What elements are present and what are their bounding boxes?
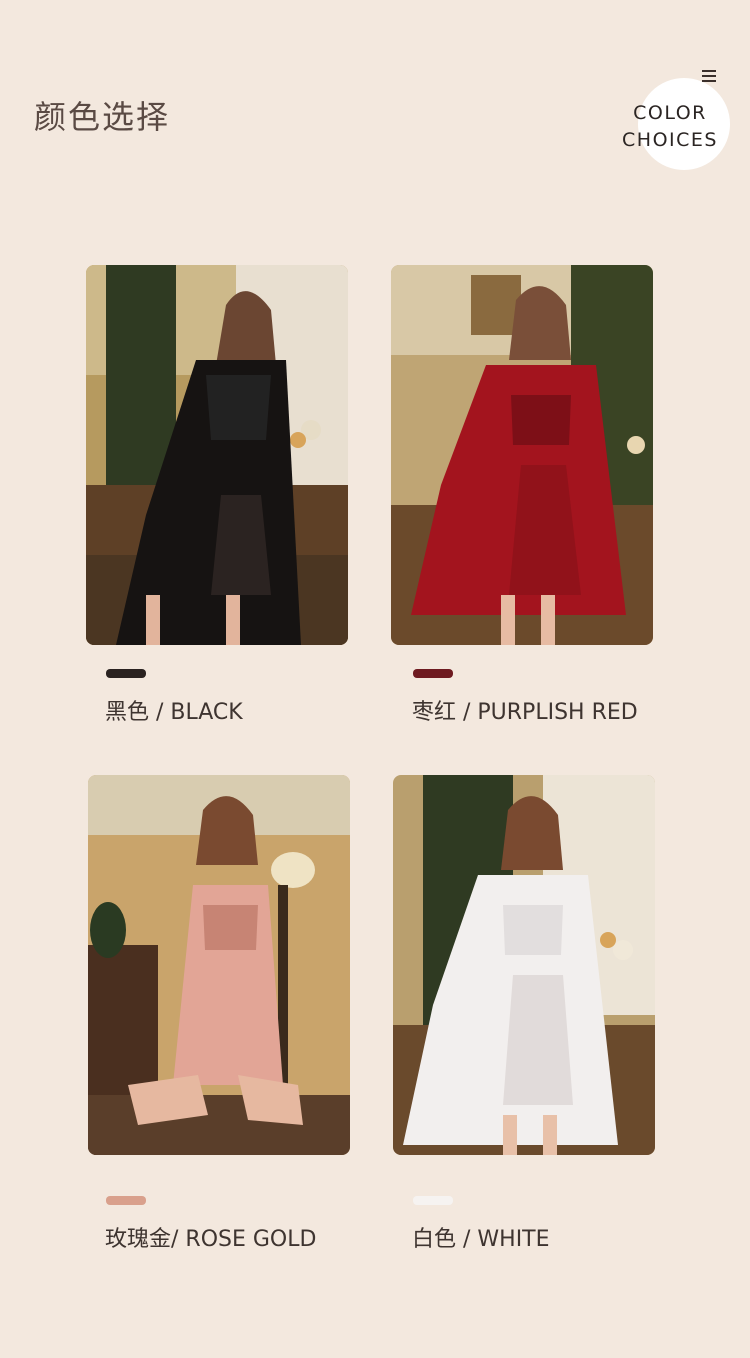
swatch-white [413,1196,453,1205]
color-choices-badge-text: COLOR CHOICES [620,100,720,154]
badge-line-1: COLOR [633,102,707,124]
product-photo-black[interactable] [86,265,348,645]
page-title: 颜色选择 [34,98,171,136]
product-photo-rose-gold[interactable] [88,775,350,1155]
color-label-purplish-red: 枣红 / PURPLISH RED [412,700,638,725]
swatch-rose-gold [106,1196,146,1205]
badge-line-2: CHOICES [622,129,718,151]
product-photo-white[interactable] [393,775,655,1155]
hamburger-menu-icon[interactable] [702,70,716,82]
swatch-purplish-red [413,669,453,678]
swatch-black [106,669,146,678]
product-photo-purplish-red[interactable] [391,265,653,645]
color-label-white: 白色 / WHITE [412,1227,550,1252]
color-label-black: 黑色 / BLACK [105,700,243,725]
color-label-rose-gold: 玫瑰金/ ROSE GOLD [105,1227,317,1252]
